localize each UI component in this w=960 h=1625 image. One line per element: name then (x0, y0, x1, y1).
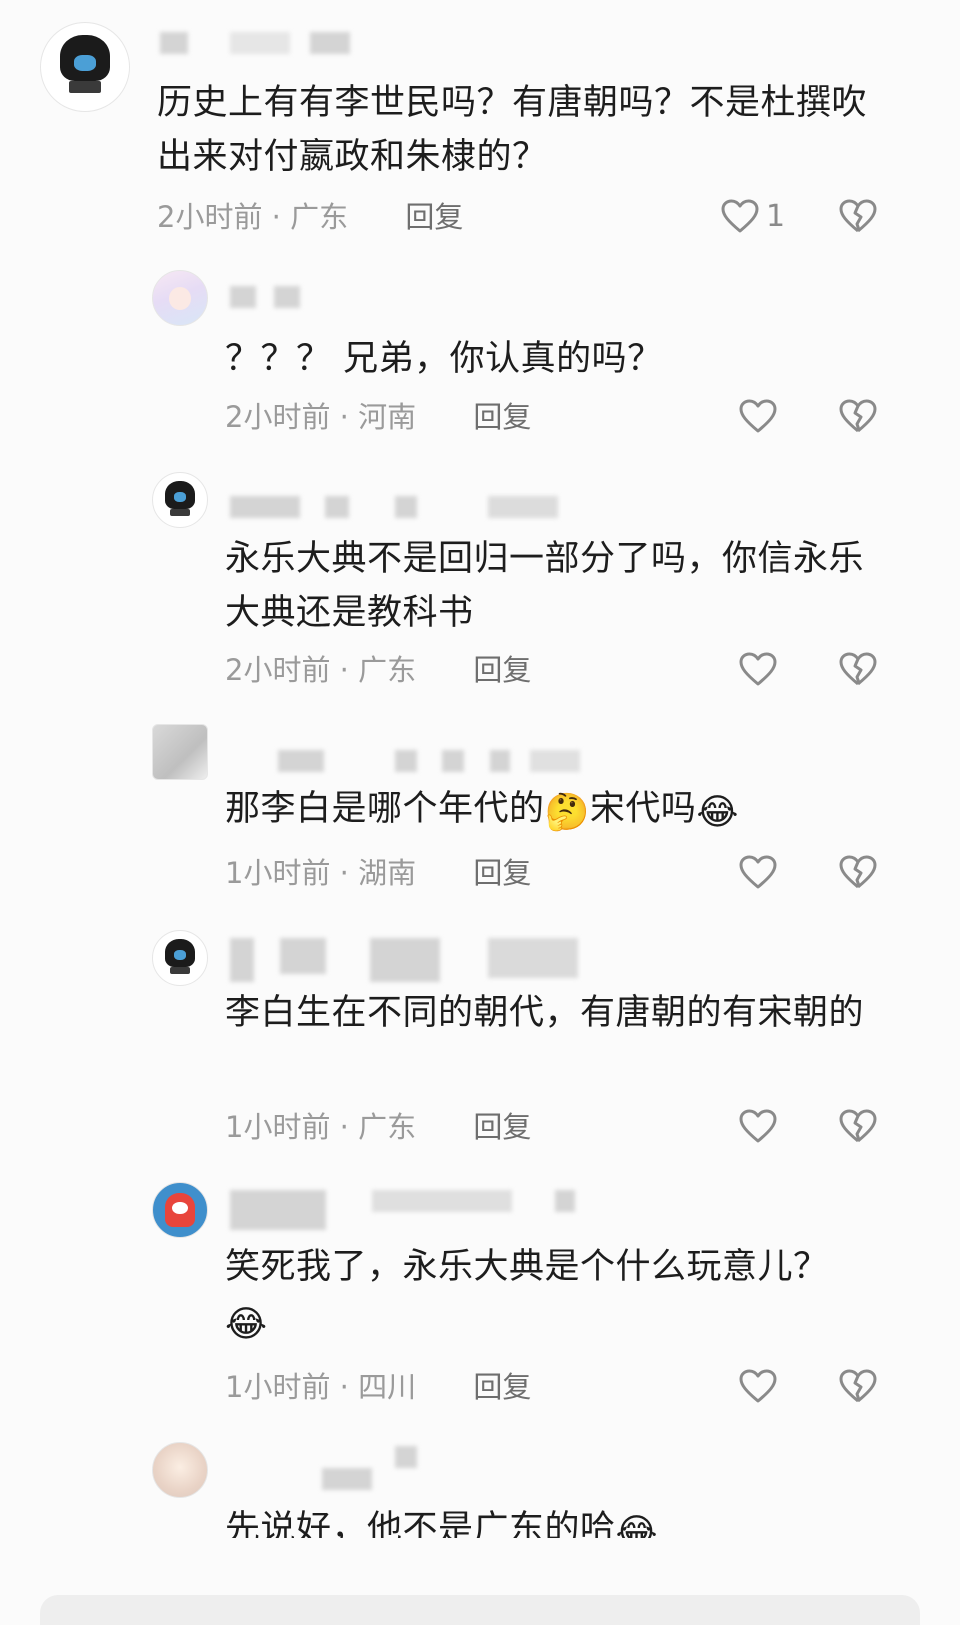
heart-icon[interactable] (720, 197, 760, 237)
heart-icon[interactable] (738, 1367, 778, 1407)
like-count: 1 (766, 199, 786, 234)
username-blurred[interactable] (160, 32, 370, 54)
comment-time: 1小时前 (225, 1110, 331, 1144)
reply-item: 那李白是哪个年代的🤔宋代吗😂 1小时前 · 湖南 回复 (0, 700, 960, 910)
comment-text: 历史上有有李世民吗？有唐朝吗？不是杜撰吹出来对付嬴政和朱棣的？ (157, 83, 868, 177)
reply-button[interactable]: 回复 (473, 400, 531, 434)
username-blurred[interactable] (230, 750, 590, 772)
username-blurred[interactable] (230, 1446, 430, 1490)
avatar[interactable] (152, 930, 208, 986)
comment-time: 1小时前 (225, 856, 331, 890)
heart-icon[interactable] (738, 1107, 778, 1147)
comment-location: 湖南 (358, 856, 417, 890)
reply-button[interactable]: 回复 (473, 1110, 531, 1144)
comment-text: ？？？ 兄弟，你认真的吗？ (225, 339, 663, 379)
comment-meta: 1小时前 · 广东 回复 (225, 1110, 532, 1144)
comment-location: 河南 (358, 400, 417, 434)
broken-heart-icon[interactable] (838, 853, 878, 893)
broken-heart-icon[interactable] (838, 197, 878, 237)
comment-location: 广东 (290, 200, 349, 234)
comment-text: 那李白是哪个年代的🤔宋代吗😂 (225, 789, 739, 833)
reply-button[interactable]: 回复 (473, 856, 531, 890)
reply-item: 李白生在不同的朝代，有唐朝的有宋朝的 1小时前 · 广东 回复 (0, 910, 960, 1160)
comment-meta: 2小时前 · 广东 回复 (225, 653, 532, 687)
comment-meta: 1小时前 · 湖南 回复 (225, 856, 532, 890)
username-blurred[interactable] (230, 496, 560, 518)
avatar[interactable] (152, 1182, 208, 1238)
reply-button[interactable]: 回复 (473, 653, 531, 687)
comment-location: 广东 (358, 653, 417, 687)
comment-meta: 2小时前 · 广东 回复 (157, 200, 464, 234)
username-blurred[interactable] (230, 1190, 590, 1230)
username-blurred[interactable] (230, 938, 590, 982)
avatar[interactable] (40, 22, 130, 112)
comment-time: 2小时前 (225, 653, 331, 687)
comment-item: 历史上有有李世民吗？有唐朝吗？不是杜撰吹出来对付嬴政和朱棣的？ 2小时前 · 广… (0, 0, 960, 250)
username-blurred[interactable] (230, 286, 310, 308)
comment-location: 广东 (358, 1110, 417, 1144)
comment-time: 2小时前 (157, 200, 263, 234)
broken-heart-icon[interactable] (838, 397, 878, 437)
avatar[interactable] (152, 270, 208, 326)
broken-heart-icon[interactable] (838, 650, 878, 690)
laughing-tears-emoji: 😂 (225, 1304, 268, 1345)
broken-heart-icon[interactable] (838, 1107, 878, 1147)
reply-item: 先说好，他不是广东的哈😂 (0, 1430, 960, 1621)
comment-location: 四川 (358, 1370, 417, 1404)
heart-icon[interactable] (738, 853, 778, 893)
comment-meta: 2小时前 · 河南 回复 (225, 400, 532, 434)
thinking-emoji: 🤔 (544, 792, 590, 833)
comment-time: 1小时前 (225, 1370, 331, 1404)
reply-item: ？？？ 兄弟，你认真的吗？ 2小时前 · 河南 回复 (0, 250, 960, 450)
reply-button[interactable]: 回复 (405, 200, 463, 234)
comment-text: 笑死我了，永乐大典是个什么玩意儿？ 😂 (225, 1247, 829, 1345)
comment-time: 2小时前 (225, 400, 331, 434)
reply-item: 永乐大典不是回归一部分了吗，你信永乐大典还是教科书 2小时前 · 广东 回复 (0, 450, 960, 700)
avatar[interactable] (152, 1442, 208, 1498)
comment-text: 李白生在不同的朝代，有唐朝的有宋朝的 (225, 993, 865, 1033)
comment-text: 永乐大典不是回归一部分了吗，你信永乐大典还是教科书 (225, 539, 865, 633)
broken-heart-icon[interactable] (838, 1367, 878, 1407)
avatar[interactable] (152, 724, 208, 780)
reply-item: 笑死我了，永乐大典是个什么玩意儿？ 😂 1小时前 · 四川 回复 (0, 1160, 960, 1430)
comment-meta: 1小时前 · 四川 回复 (225, 1370, 532, 1404)
laughing-tears-emoji: 😂 (696, 792, 739, 833)
heart-icon[interactable] (738, 397, 778, 437)
heart-icon[interactable] (738, 650, 778, 690)
reply-button[interactable]: 回复 (473, 1370, 531, 1404)
avatar[interactable] (152, 472, 208, 528)
